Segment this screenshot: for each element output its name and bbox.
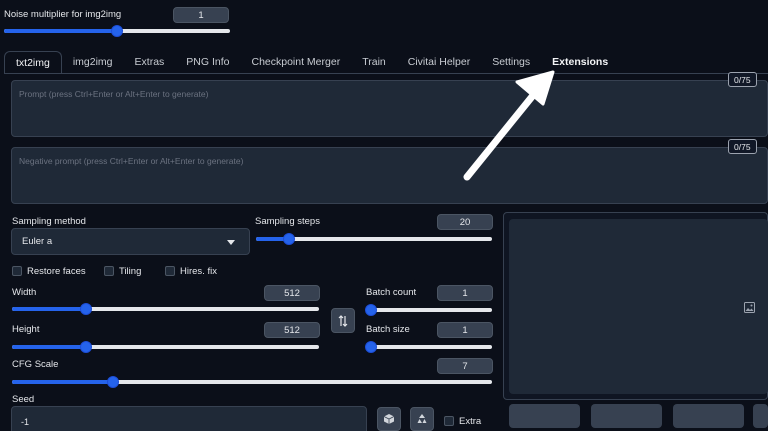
noise-multiplier-slider[interactable]	[4, 25, 230, 37]
tab-img2img[interactable]: img2img	[62, 51, 124, 73]
height-value[interactable]: 512	[264, 322, 320, 338]
sampling-method-label: Sampling method	[12, 216, 86, 227]
tab-png-info[interactable]: PNG Info	[175, 51, 240, 73]
tab-checkpoint-merger[interactable]: Checkpoint Merger	[240, 51, 351, 73]
seed-label: Seed	[12, 394, 35, 405]
slider-fill	[4, 29, 117, 33]
batch-size-slider[interactable]	[365, 341, 492, 353]
batch-size-value[interactable]: 1	[437, 322, 493, 338]
output-action-button-2[interactable]	[591, 404, 662, 428]
tiling-label: Tiling	[119, 266, 142, 277]
cfg-scale-label: CFG Scale	[12, 359, 59, 370]
output-image-area	[509, 219, 768, 394]
dice-icon	[383, 414, 395, 424]
random-seed-button[interactable]	[377, 407, 401, 431]
negative-prompt-placeholder: Negative prompt (press Ctrl+Enter or Alt…	[19, 156, 244, 166]
width-slider[interactable]	[12, 303, 319, 315]
seed-input[interactable]: -1	[11, 406, 367, 431]
tab-txt2img[interactable]: txt2img	[4, 51, 62, 73]
noise-multiplier-value[interactable]: 1	[173, 7, 229, 23]
extra-seed-label: Extra	[459, 416, 482, 427]
output-action-button-4[interactable]	[753, 404, 768, 428]
recycle-icon	[417, 414, 427, 423]
height-label: Height	[12, 324, 40, 335]
batch-size-label: Batch size	[366, 324, 410, 335]
slider-thumb[interactable]	[106, 376, 119, 388]
sampling-method-value: Euler a	[22, 236, 53, 247]
extra-seed-checkbox[interactable]	[444, 416, 454, 426]
image-icon	[744, 302, 755, 313]
width-value[interactable]: 512	[264, 285, 320, 301]
swap-dimensions-button[interactable]	[331, 308, 355, 333]
sampling-steps-slider[interactable]	[256, 233, 492, 245]
output-action-button-3[interactable]	[673, 404, 744, 428]
tab-divider	[4, 73, 768, 74]
negative-prompt-textarea[interactable]: Negative prompt (press Ctrl+Enter or Alt…	[11, 147, 768, 204]
slider-thumb[interactable]	[283, 233, 296, 245]
chevron-down-icon	[227, 240, 235, 245]
tiling-checkbox[interactable]	[104, 266, 114, 276]
hires-fix-checkbox[interactable]	[165, 266, 175, 276]
restore-faces-checkbox[interactable]	[12, 266, 22, 276]
swap-dimensions-icon	[338, 314, 348, 327]
restore-faces-label: Restore faces	[27, 266, 86, 277]
slider-fill	[12, 307, 86, 311]
cfg-scale-slider[interactable]	[12, 376, 492, 388]
batch-count-value[interactable]: 1	[437, 285, 493, 301]
tab-train[interactable]: Train	[351, 51, 397, 73]
reuse-seed-button[interactable]	[410, 407, 434, 431]
sampling-steps-label: Sampling steps	[255, 216, 320, 227]
batch-count-slider[interactable]	[365, 304, 492, 316]
slider-thumb[interactable]	[79, 341, 92, 353]
prompt-placeholder: Prompt (press Ctrl+Enter or Alt+Enter to…	[19, 89, 209, 99]
prompt-textarea[interactable]: Prompt (press Ctrl+Enter or Alt+Enter to…	[11, 80, 768, 137]
height-slider[interactable]	[12, 341, 319, 353]
tab-extras[interactable]: Extras	[124, 51, 176, 73]
slider-thumb[interactable]	[365, 341, 377, 353]
batch-count-label: Batch count	[366, 287, 417, 298]
seed-value: -1	[21, 417, 30, 427]
slider-fill	[12, 345, 86, 349]
negative-prompt-token-counter: 0/75	[728, 139, 757, 154]
arrow-annotation-icon	[463, 70, 555, 181]
slider-fill	[12, 380, 113, 384]
output-action-button-1[interactable]	[509, 404, 580, 428]
width-label: Width	[12, 287, 37, 298]
slider-thumb[interactable]	[79, 303, 92, 315]
cfg-scale-value[interactable]: 7	[437, 358, 493, 374]
slider-thumb[interactable]	[365, 304, 377, 316]
sampling-steps-value[interactable]: 20	[437, 214, 493, 230]
sampling-method-select[interactable]: Euler a	[11, 228, 250, 255]
slider-thumb[interactable]	[111, 25, 123, 37]
prompt-token-counter: 0/75	[728, 72, 757, 87]
hires-fix-label: Hires. fix	[180, 266, 217, 277]
noise-multiplier-label: Noise multiplier for img2img	[4, 9, 122, 20]
